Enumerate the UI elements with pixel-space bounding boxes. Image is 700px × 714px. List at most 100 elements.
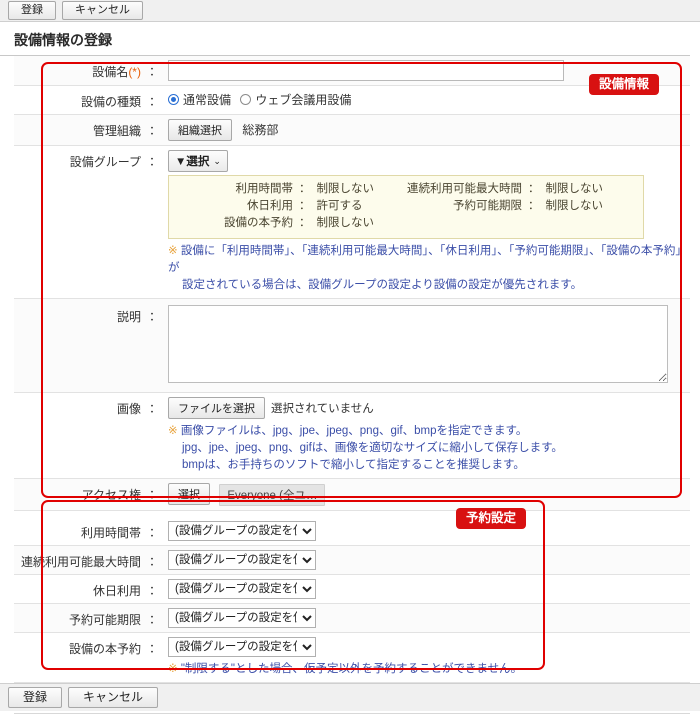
- page-title: 設備情報の登録: [14, 32, 112, 48]
- label-colon: ：: [145, 641, 158, 656]
- chevron-down-icon: ⌄: [213, 155, 221, 166]
- radio-icon-normal-equipment[interactable]: [168, 94, 179, 105]
- note-marker-icon: ※: [168, 425, 178, 437]
- max-continuous-hours-select[interactable]: (設備グループの設定を使用する): [168, 549, 316, 570]
- summary-separator: ：: [299, 183, 311, 195]
- reservation-deadline-select[interactable]: (設備グループの設定を使用する): [168, 607, 316, 628]
- cancel-button-bottom[interactable]: キャンセル: [68, 687, 159, 708]
- radio-label-web-conference-equipment: ウェブ会議用設備: [255, 93, 352, 107]
- label-max-continuous-hours-text: 連続利用可能最大時間: [20, 554, 141, 569]
- label-colon: ：: [145, 95, 158, 109]
- row-max-continuous-hours: 連続利用可能最大時間 ： (設備グループの設定を使用する): [14, 545, 690, 575]
- label-managing-organization-text: 管理組織: [92, 124, 141, 138]
- radio-option-web-conference-equipment[interactable]: ウェブ会議用設備: [240, 90, 351, 108]
- radio-label-normal-equipment: 通常設備: [183, 93, 232, 107]
- radio-icon-web-conference-equipment[interactable]: [240, 94, 252, 105]
- field-holiday-use: (設備グループの設定を使用する): [158, 578, 690, 599]
- note-marker-icon: ※: [168, 245, 178, 257]
- image-note: ※ 画像ファイルは、jpg、jpe、jpeg、png、gif、bmpを指定できま…: [168, 423, 684, 474]
- summary-value-max-continuous-hours: 制限しない: [545, 183, 604, 195]
- label-equipment-type-text: 設備の種類: [80, 95, 141, 109]
- summary-item-usage-hours: 利用時間帯 ： 制限しない: [177, 181, 406, 198]
- label-colon: ：: [145, 554, 158, 569]
- summary-label-holiday-use: 休日利用: [247, 200, 293, 212]
- label-colon: ：: [145, 124, 158, 138]
- equipment-group-settings-summary: 利用時間帯 ： 制限しない 休日利用 ： 許可する 設備の本予約 ： 制限しない: [168, 175, 644, 239]
- field-confirmed-reservation: (設備グループの設定を使用する) ※ "制限する"とした場合、仮予定以外を予約す…: [158, 636, 690, 678]
- field-reservation-deadline: (設備グループの設定を使用する): [158, 607, 690, 628]
- usage-hours-select[interactable]: (設備グループの設定を使用する): [168, 520, 316, 541]
- settings-summary-left-column: 利用時間帯 ： 制限しない 休日利用 ： 許可する 設備の本予約 ： 制限しない: [177, 181, 406, 232]
- label-colon: ：: [145, 612, 158, 627]
- label-image-text: 画像: [116, 402, 141, 416]
- label-description-text: 説明: [116, 310, 141, 324]
- radio-option-normal-equipment[interactable]: 通常設備: [168, 90, 231, 108]
- label-holiday-use-text: 休日利用: [92, 583, 141, 598]
- managing-organization-value: 総務部: [242, 123, 279, 137]
- image-note-line2: jpg、jpe、jpeg、png、gifは、画像を適切なサイズに縮小して保存しま…: [182, 442, 563, 454]
- holiday-use-select[interactable]: (設備グループの設定を使用する): [168, 578, 316, 599]
- equipment-group-note-line1: 設備に「利用時間帯」、「連続利用可能最大時間」、「休日利用」、「予約可能期限」、…: [168, 245, 682, 274]
- field-equipment-group: ▼選択 ⌄ 利用時間帯 ： 制限しない 休日利用 ： 許可する 設備の本予約 ：…: [158, 150, 690, 294]
- register-button-top[interactable]: 登録: [8, 1, 56, 20]
- select-access-rights-button[interactable]: 選択: [168, 483, 210, 505]
- page-header: 設備情報の登録: [0, 22, 700, 55]
- equipment-group-select-label: ▼選択: [175, 156, 210, 168]
- summary-label-usage-hours: 利用時間帯: [235, 183, 294, 195]
- summary-item-reservation-deadline: 予約可能期限 ： 制限しない: [406, 198, 635, 215]
- cancel-button-top[interactable]: キャンセル: [62, 1, 143, 20]
- label-equipment-type: 設備の種類 ：: [14, 90, 158, 110]
- equipment-group-note: ※ 設備に「利用時間帯」、「連続利用可能最大時間」、「休日利用」、「予約可能期限…: [168, 243, 684, 294]
- register-button-bottom[interactable]: 登録: [8, 687, 63, 708]
- label-holiday-use: 休日利用 ：: [14, 579, 158, 599]
- label-description: 説明 ：: [14, 305, 158, 325]
- label-image: 画像 ：: [14, 397, 158, 417]
- label-max-continuous-hours: 連続利用可能最大時間 ：: [14, 550, 158, 570]
- row-reservation-deadline: 予約可能期限 ： (設備グループの設定を使用する): [14, 603, 690, 633]
- row-managing-organization: 管理組織 ： 組織選択 総務部: [14, 115, 690, 146]
- field-image: ファイルを選択 選択されていません ※ 画像ファイルは、jpg、jpe、jpeg…: [158, 397, 690, 474]
- choose-file-button[interactable]: ファイルを選択: [168, 397, 265, 419]
- field-access-rights: 選択 Everyone (全ユ…: [158, 483, 690, 506]
- equipment-name-input[interactable]: [168, 60, 564, 81]
- label-usage-hours: 利用時間帯 ：: [14, 521, 158, 541]
- file-status-text: 選択されていません: [271, 403, 374, 415]
- label-reservation-deadline: 予約可能期限 ：: [14, 608, 158, 628]
- label-access-rights: アクセス権 ：: [14, 483, 158, 503]
- field-description: [158, 305, 690, 386]
- label-managing-organization: 管理組織 ：: [14, 119, 158, 139]
- summary-separator: ：: [299, 200, 311, 212]
- label-colon: ：: [145, 155, 158, 169]
- row-image: 画像 ： ファイルを選択 選択されていません ※ 画像ファイルは、jpg、jpe、…: [14, 393, 690, 479]
- summary-item-holiday-use: 休日利用 ： 許可する: [177, 198, 406, 215]
- label-colon: ：: [145, 65, 158, 79]
- row-equipment-group: 設備グループ： ▼選択 ⌄ 利用時間帯 ： 制限しない 休日利用 ： 許可する …: [14, 146, 690, 299]
- summary-label-confirmed-reservation: 設備の本予約: [224, 217, 293, 229]
- form-area: 設備情報 予約設定 設備名(*)： 設備の種類： 通常設備 ウェブ会議用設備 管…: [14, 56, 690, 683]
- label-colon: ：: [145, 402, 158, 416]
- label-colon: ：: [145, 525, 158, 540]
- required-marker: (*): [128, 65, 141, 79]
- row-usage-hours: 利用時間帯 ： (設備グループの設定を使用する): [14, 516, 690, 546]
- summary-separator: ：: [299, 217, 311, 229]
- confirmed-reservation-note-text: "制限する"とした場合、仮予定以外を予約することができません。: [180, 662, 523, 675]
- field-max-continuous-hours: (設備グループの設定を使用する): [158, 549, 690, 570]
- equipment-group-note-line2: 設定されている場合は、設備グループの設定より設備の設定が優先されます。: [182, 279, 583, 291]
- bottom-toolbar: 登録 キャンセル: [0, 683, 700, 711]
- row-holiday-use: 休日利用 ： (設備グループの設定を使用する): [14, 574, 690, 604]
- label-equipment-group-text: 設備グループ: [69, 155, 141, 169]
- equipment-info-badge: 設備情報: [589, 74, 660, 95]
- description-textarea[interactable]: [168, 305, 668, 383]
- summary-value-confirmed-reservation: 制限しない: [316, 217, 375, 229]
- label-access-rights-text: アクセス権: [81, 488, 141, 502]
- summary-item-max-continuous-hours: 連続利用可能最大時間 ： 制限しない: [406, 181, 635, 198]
- summary-item-confirmed-reservation: 設備の本予約 ： 制限しない: [177, 215, 406, 232]
- summary-label-max-continuous-hours: 連続利用可能最大時間: [407, 183, 522, 195]
- equipment-group-select-button[interactable]: ▼選択 ⌄: [168, 150, 228, 172]
- confirmed-reservation-select[interactable]: (設備グループの設定を使用する): [168, 636, 316, 657]
- file-picker: ファイルを選択 選択されていません: [168, 397, 684, 419]
- select-organization-button[interactable]: 組織選択: [168, 119, 232, 141]
- summary-value-reservation-deadline: 制限しない: [545, 200, 604, 212]
- top-toolbar: 登録 キャンセル: [0, 0, 700, 22]
- row-confirmed-reservation: 設備の本予約 ： (設備グループの設定を使用する) ※ "制限する"とした場合、仮…: [14, 632, 690, 683]
